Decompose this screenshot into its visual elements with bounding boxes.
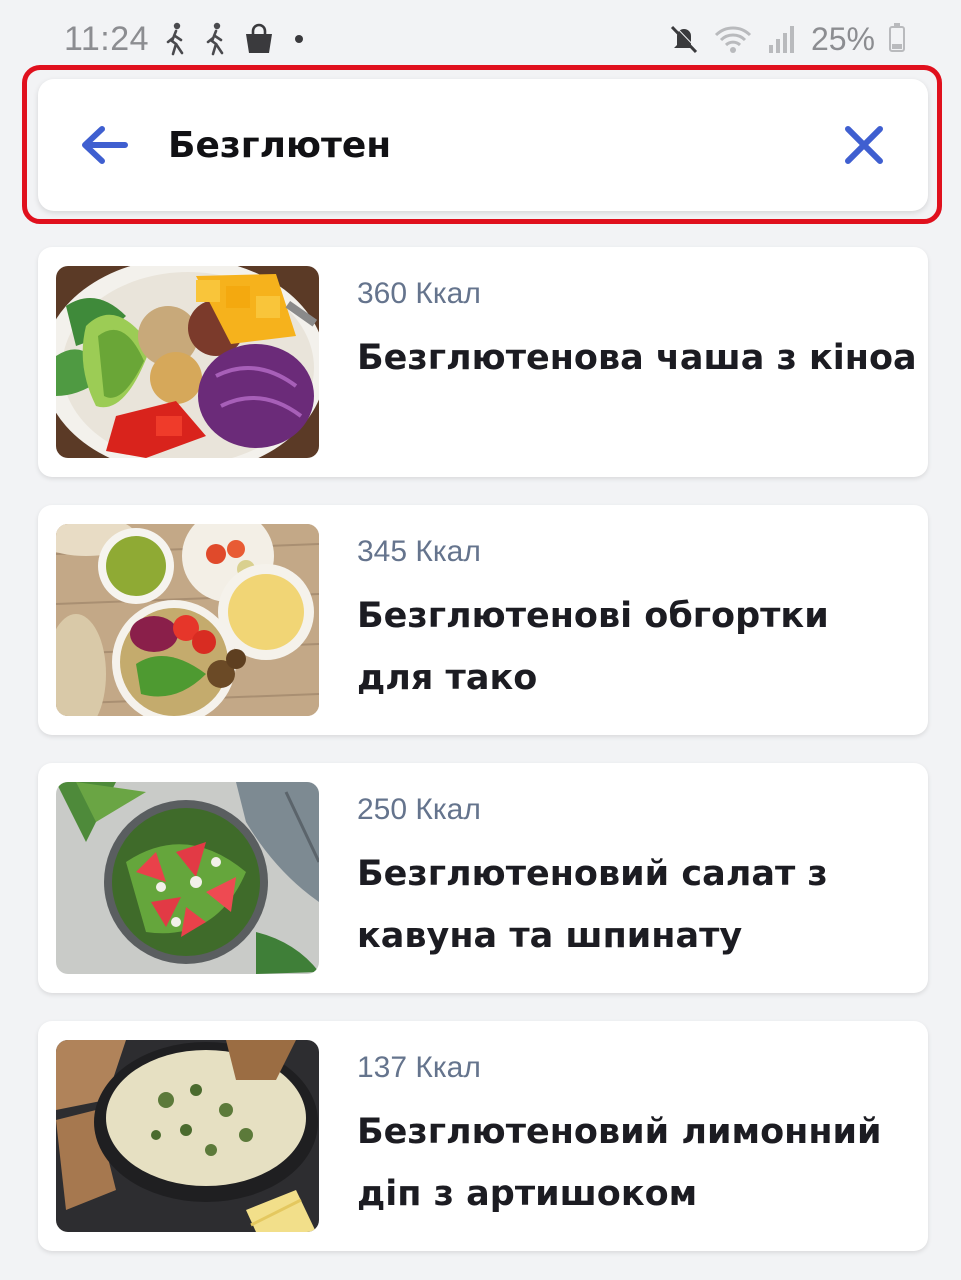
mute-icon (669, 23, 699, 55)
arrow-left-icon (82, 126, 128, 164)
close-icon (845, 126, 883, 164)
recipe-title: Безглютеновий салат з кавуна та шпинату (357, 854, 828, 956)
taco-ingredients-photo (56, 524, 319, 716)
status-time: 11:24 (64, 19, 150, 58)
recipe-card[interactable]: 137 Ккал Безглютеновий лимонний діп з ар… (38, 1021, 928, 1251)
recipe-card-text: 345 Ккал Безглютенові обгортки для тако (357, 535, 917, 709)
walking-icon (203, 22, 229, 56)
recipe-title: Безглютенові обгортки для тако (357, 596, 829, 698)
quinoa-bowl-photo (56, 266, 319, 458)
recipe-calories: 345 Ккал (357, 535, 481, 568)
shopping-bag-icon (243, 23, 275, 55)
search-input[interactable] (168, 115, 838, 175)
artichoke-dip-photo (56, 1040, 319, 1232)
clear-search-button[interactable] (838, 119, 890, 171)
search-results-list: 360 Ккал Безглютенова чаша з кіноа 345 К… (38, 247, 928, 1279)
recipe-title: Безглютеновий лимонний діп з артишоком (357, 1112, 882, 1214)
watermelon-spinach-salad-photo (56, 782, 319, 974)
status-right: 25% (669, 21, 905, 58)
search-bar (38, 79, 928, 211)
recipe-card-text: 360 Ккал Безглютенова чаша з кіноа (357, 277, 917, 389)
back-button[interactable] (78, 119, 130, 171)
wifi-icon (713, 23, 753, 55)
notification-dot (295, 35, 304, 43)
recipe-title: Безглютенова чаша з кіноа (357, 338, 917, 378)
signal-icon (767, 23, 797, 55)
recipe-calories: 250 Ккал (357, 793, 481, 826)
battery-percentage: 25% (810, 20, 875, 57)
recipe-calories: 137 Ккал (357, 1051, 481, 1084)
recipe-card-text: 137 Ккал Безглютеновий лимонний діп з ар… (357, 1051, 917, 1225)
recipe-card-text: 250 Ккал Безглютеновий салат з кавуна та… (357, 793, 917, 967)
battery-level (892, 43, 902, 49)
walking-icon (163, 22, 189, 56)
recipe-card[interactable]: 360 Ккал Безглютенова чаша з кіноа (38, 247, 928, 477)
battery-icon (889, 23, 905, 52)
status-left: 11:24 (64, 19, 304, 59)
recipe-card[interactable]: 250 Ккал Безглютеновий салат з кавуна та… (38, 763, 928, 993)
recipe-card[interactable]: 345 Ккал Безглютенові обгортки для тако (38, 505, 928, 735)
recipe-calories: 360 Ккал (357, 277, 481, 310)
